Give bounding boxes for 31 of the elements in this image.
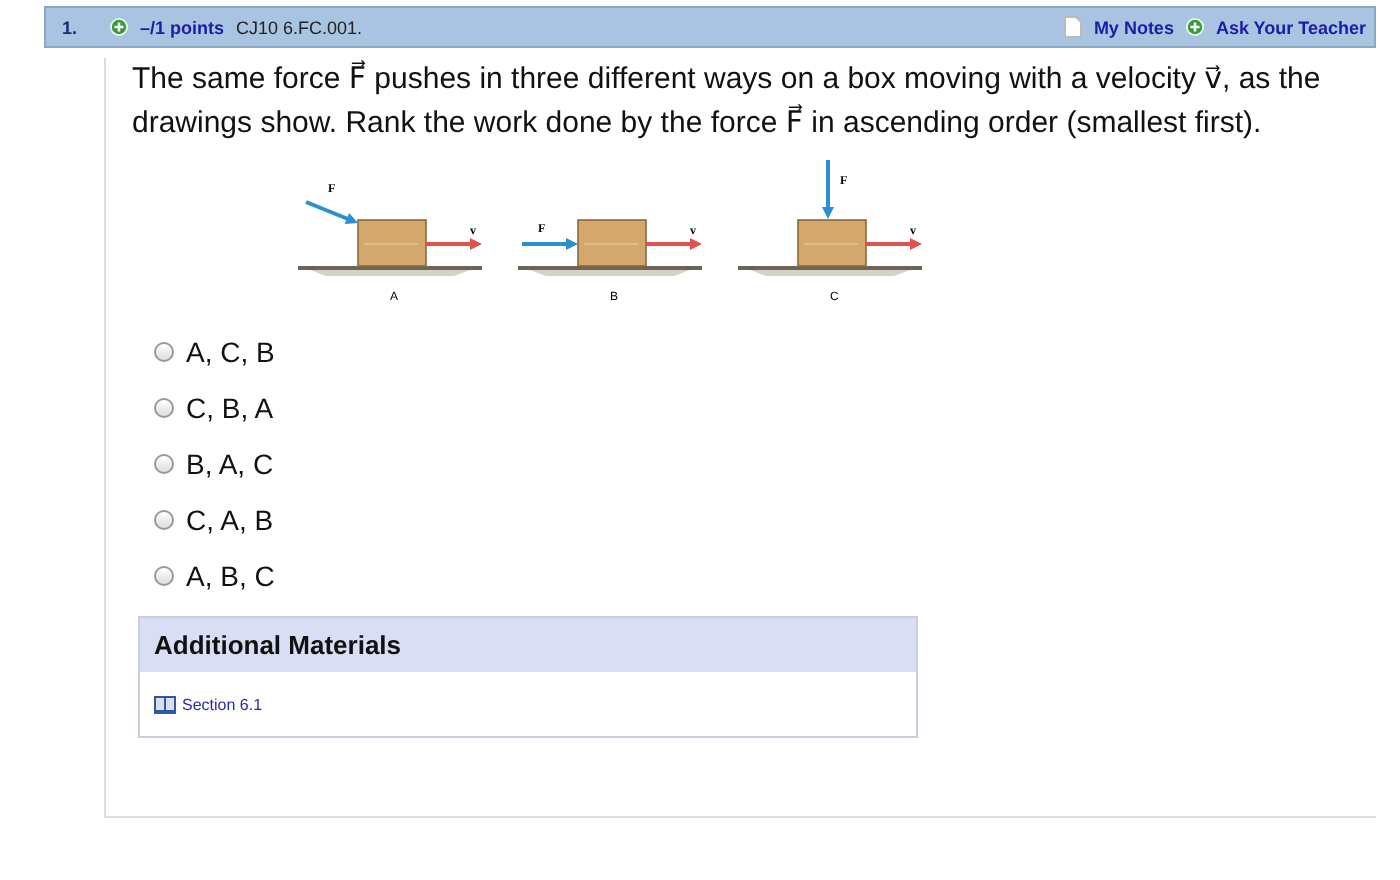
option-label[interactable]: C, B, A [186, 392, 274, 424]
question-text: The same force F⃗ pushes in three different ways on a box moving with a velocity v⃗, as the drawings show. Rank the work done by the force F⃗ in ascending order (smallest first). [132, 58, 1323, 144]
radio-button[interactable] [154, 510, 174, 530]
radio-button[interactable] [154, 398, 174, 418]
radio-button[interactable] [154, 342, 174, 362]
option-label[interactable]: B, A, C [186, 448, 274, 480]
radio-button[interactable] [154, 566, 174, 586]
velocity-arrow [426, 238, 482, 250]
materials-title: Additional Materials [140, 618, 916, 672]
plus-icon[interactable] [1185, 18, 1204, 36]
plus-icon[interactable] [110, 18, 128, 36]
question-code: CJ10 6.FC.001. [236, 17, 363, 37]
crate [357, 219, 427, 267]
option-label[interactable]: A, C, B [186, 336, 275, 368]
points-link[interactable]: –/1 points [140, 17, 225, 37]
force-arrow [822, 160, 834, 219]
section-link[interactable]: Section 6.1 [182, 695, 263, 713]
force-arrow [522, 238, 578, 250]
velocity-arrow [646, 238, 702, 250]
force-arrow [305, 200, 358, 225]
crate [577, 219, 647, 267]
crate [797, 219, 867, 267]
option-label[interactable]: C, A, B [186, 504, 274, 536]
book-icon [154, 695, 176, 713]
velocity-arrow [866, 238, 922, 250]
page-icon[interactable] [1063, 16, 1082, 38]
option-label[interactable]: A, B, C [186, 560, 275, 592]
radio-button[interactable] [154, 454, 174, 474]
header-link[interactable]: Ask Your Teacher [1215, 17, 1366, 37]
header-link[interactable]: My Notes [1093, 17, 1174, 37]
question-number: 1. [62, 17, 80, 37]
